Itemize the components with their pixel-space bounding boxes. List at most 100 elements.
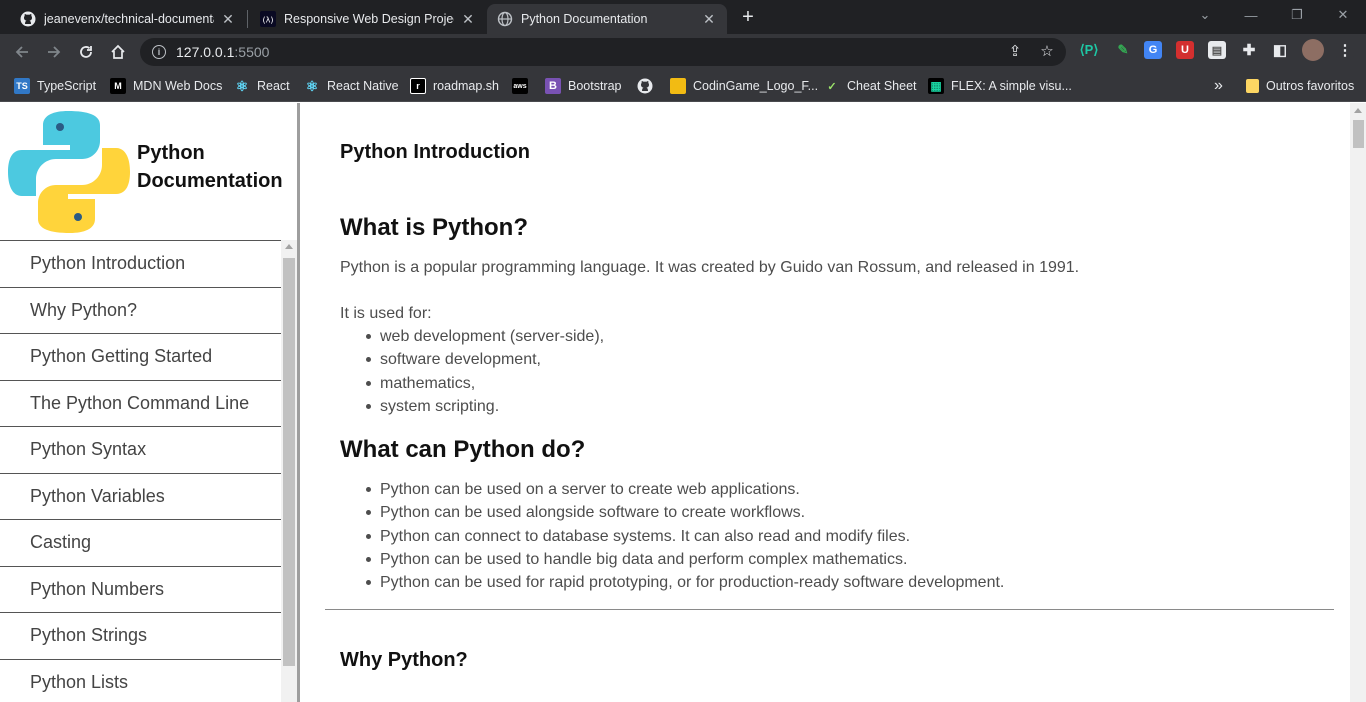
github-icon [637,78,653,94]
browser-toolbar: i 127.0.0.1:5500 ⇪ ☆ ⟨P⟩ ✎ G U ▤ ✚ ◧ ⋮ [0,34,1366,70]
bookmark-mdn[interactable]: M MDN Web Docs [110,76,222,96]
bookmark-label: MDN Web Docs [133,79,223,93]
share-icon[interactable]: ⇪ [1004,42,1026,62]
tab-freecodecamp[interactable]: (λ) Responsive Web Design Projects ✕ [250,4,486,34]
close-window-button[interactable]: ✕ [1320,0,1366,30]
nav-scrollbar[interactable] [281,240,297,702]
nav-link-python-getting-started[interactable]: Python Getting Started [0,334,281,381]
bookmark-codingame[interactable]: CodinGame_Logo_F... [670,76,818,96]
nav-link-python-introduction[interactable]: Python Introduction [0,241,281,288]
list-item: mathematics, [365,372,604,395]
forward-button[interactable] [40,38,68,66]
extensions-puzzle-icon[interactable]: ✚ [1240,41,1258,59]
bookmark-react[interactable]: ⚛ React [234,76,290,96]
close-icon[interactable]: ✕ [460,11,476,28]
translate-extension-icon[interactable]: G [1144,41,1162,59]
roadmap-icon: r [410,78,426,94]
page-scrollbar-thumb[interactable] [1353,120,1364,148]
list-item: Python can connect to database systems. … [365,525,1004,548]
nav-link-casting[interactable]: Casting [0,520,281,567]
globe-icon [497,11,513,27]
nav-link-why-python[interactable]: Why Python? [0,288,281,334]
react-icon: ⚛ [305,77,319,94]
site-info-icon[interactable]: i [152,45,166,59]
brand-line-2: Documentation [137,170,283,192]
tab-title: Responsive Web Design Projects [284,12,454,26]
section-header-why-python: Why Python? [340,649,468,671]
scroll-up-arrow-icon[interactable] [285,244,293,249]
url-text: 127.0.0.1:5500 [176,44,269,60]
new-tab-button[interactable]: + [737,6,759,28]
main-doc: Python Introduction What is Python? Pyth… [300,103,1350,702]
tab-python-docs[interactable]: Python Documentation ✕ [487,4,727,34]
bookmark-react-native[interactable]: ⚛ React Native [304,76,399,96]
tab-divider [247,10,248,28]
used-for-list: web development (server-side), software … [365,325,604,418]
bookmark-star-icon[interactable]: ☆ [1036,42,1058,62]
screenshot-extension-icon[interactable]: ▤ [1208,41,1226,59]
bookmark-label: Bootstrap [568,79,622,93]
home-button[interactable] [104,38,132,66]
brand-line-1: Python [137,142,205,164]
eyedropper-extension-icon[interactable]: ✎ [1114,41,1132,59]
nav-link-python-variables[interactable]: Python Variables [0,474,281,520]
reload-icon [80,46,92,58]
brand-title: Python Documentation [137,139,283,195]
bookmark-aws[interactable]: aws [512,76,535,96]
used-for-paragraph: It is used for: [340,305,432,322]
close-icon[interactable]: ✕ [220,11,236,28]
tab-title: Python Documentation [521,12,648,26]
tab-title: jeanevenx/technical-documentat [44,12,214,26]
aws-icon: aws [512,78,528,94]
section-header-python-introduction: Python Introduction [340,141,530,163]
tab-strip: jeanevenx/technical-documentat ✕ (λ) Res… [0,0,1366,34]
heading-what-is-python: What is Python? [340,214,528,241]
bookmark-label: React [257,79,290,93]
bookmark-label: Cheat Sheet [847,79,917,93]
can-do-list: Python can be used on a server to create… [365,478,1004,594]
nav-link-python-strings[interactable]: Python Strings [0,613,281,660]
extension-icon[interactable]: ⟨P⟩ [1080,41,1098,59]
bookmarks-bar: TS TypeScript M MDN Web Docs ⚛ React ⚛ R… [0,70,1366,102]
more-menu-icon[interactable]: ⋮ [1336,41,1354,59]
nav-scrollbar-thumb[interactable] [283,258,295,666]
arrow-right-icon [48,46,61,58]
bookmark-label: Outros favoritos [1266,79,1355,93]
address-bar[interactable]: i 127.0.0.1:5500 ⇪ ☆ [140,38,1066,66]
bookmark-flex[interactable]: ▦ FLEX: A simple visu... [928,76,1072,96]
nav-link-python-syntax[interactable]: Python Syntax [0,427,281,474]
mdn-icon: M [110,78,126,94]
close-icon[interactable]: ✕ [701,11,717,28]
list-item: Python can be used for rapid prototyping… [365,571,1004,594]
tab-github[interactable]: jeanevenx/technical-documentat ✕ [10,4,246,34]
list-item: Python can be used alongside software to… [365,501,1004,524]
more-bookmarks-button[interactable]: » [1214,76,1223,96]
restore-button[interactable]: ❐ [1274,0,1320,30]
list-item: Python can be used to handle big data an… [365,548,1004,571]
bookmark-bootstrap[interactable]: B Bootstrap [545,76,622,96]
side-panel-icon[interactable]: ◧ [1271,41,1289,59]
bootstrap-icon: B [545,78,561,94]
nav-link-python-command-line[interactable]: The Python Command Line [0,381,281,427]
react-icon: ⚛ [235,77,249,94]
bookmark-roadmap[interactable]: r roadmap.sh [410,76,499,96]
typescript-icon: TS [14,78,30,94]
bookmark-github[interactable] [637,76,660,96]
scroll-up-arrow-icon[interactable] [1354,108,1362,113]
bookmark-label: roadmap.sh [433,79,500,93]
page-viewport: Python Documentation Python Introduction… [0,103,1366,702]
flex-icon: ▦ [928,78,944,94]
back-button[interactable] [8,38,36,66]
reload-button[interactable] [72,38,100,66]
bookmark-cheat-sheet[interactable]: ✓ Cheat Sheet [824,76,917,96]
nav-link-python-lists[interactable]: Python Lists [0,660,281,702]
profile-avatar[interactable] [1302,39,1324,61]
bookmark-typescript[interactable]: TS TypeScript [14,76,96,96]
page-scrollbar[interactable] [1350,103,1366,702]
minimize-button[interactable]: — [1228,0,1274,30]
other-bookmarks-folder[interactable]: Outros favoritos [1246,76,1354,96]
tab-search-icon[interactable]: ⌄ [1182,0,1228,30]
mcafee-extension-icon[interactable]: U [1176,41,1194,59]
nav-link-python-numbers[interactable]: Python Numbers [0,567,281,613]
list-item: Python can be used on a server to create… [365,478,1004,501]
